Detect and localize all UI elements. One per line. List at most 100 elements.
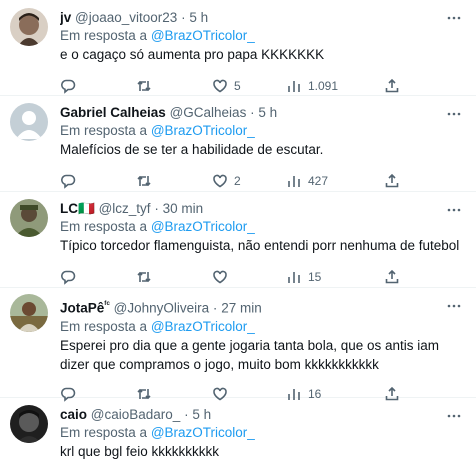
tweet-header: JotaPêᶠᶜ @JohnyOliveira · 27 min	[60, 295, 464, 318]
tweet[interactable]: Gabriel Calheias @GCalheias · 5 h Em res…	[0, 96, 476, 192]
avatar[interactable]	[10, 294, 48, 332]
reply-button[interactable]	[60, 76, 76, 96]
tweet-text: Típico torcedor flamenguista, não entend…	[60, 238, 460, 253]
handle[interactable]: @JohnyOliveira	[114, 301, 210, 316]
retweet-button[interactable]	[136, 267, 152, 287]
tweet-text: krl que bgl feio kkkkkkkkkk	[60, 444, 220, 459]
more-icon[interactable]	[446, 10, 462, 26]
views-button[interactable]: 427	[286, 171, 328, 191]
reply-icon	[61, 270, 76, 285]
share-icon	[385, 173, 399, 188]
reply-context: Em resposta a @BrazOTricolor_	[60, 122, 464, 140]
separator: ·	[181, 10, 186, 25]
separator: ·	[250, 105, 255, 120]
reply-mention-link[interactable]: @BrazOTricolor_	[151, 28, 255, 43]
reply-prefix: Em resposta a	[60, 123, 148, 138]
timestamp[interactable]: 5 h	[192, 407, 211, 422]
separator: ·	[212, 300, 218, 316]
like-button[interactable]	[212, 267, 234, 287]
views-icon	[288, 176, 300, 187]
retweet-button[interactable]	[136, 76, 152, 96]
heart-icon	[213, 174, 227, 188]
handle[interactable]: @GCalheias	[170, 105, 247, 120]
like-button[interactable]: 2	[212, 171, 241, 191]
handle[interactable]: @lcz_tyf	[99, 201, 151, 216]
retweet-icon	[137, 175, 151, 187]
timestamp[interactable]: 5 h	[189, 10, 208, 25]
handle[interactable]: @joaao_vitoor23	[75, 10, 177, 25]
tweet-header: LC🇮🇹 @lcz_tyf · 30 min	[60, 200, 464, 218]
display-name[interactable]: caio	[60, 407, 87, 422]
like-count: 5	[234, 79, 241, 93]
separator: ·	[154, 201, 159, 216]
handle[interactable]: @caioBadaro_	[91, 407, 181, 422]
retweet-button[interactable]	[136, 171, 152, 191]
share-button[interactable]	[384, 171, 400, 191]
reply-prefix: Em resposta a	[60, 425, 148, 440]
tweet-text: Esperei pro dia que a gente jogaria tant…	[60, 337, 440, 372]
name-superscript: ᶠᶜ	[104, 299, 110, 309]
share-button[interactable]	[384, 76, 400, 96]
reply-prefix: Em resposta a	[60, 318, 148, 334]
tweet-header: Gabriel Calheias @GCalheias · 5 h	[60, 104, 464, 122]
reply-context: Em resposta a @BrazOTricolor_	[60, 318, 464, 336]
heart-icon	[213, 79, 227, 93]
reply-icon	[61, 174, 76, 189]
heart-icon	[213, 270, 227, 284]
more-icon[interactable]	[446, 106, 462, 122]
share-icon	[385, 78, 399, 93]
reply-mention-link[interactable]: @BrazOTricolor_	[151, 219, 255, 234]
display-name[interactable]: JotaPê	[60, 301, 104, 316]
views-icon	[288, 272, 300, 283]
share-icon	[385, 269, 399, 284]
reply-context: Em resposta a @BrazOTricolor_	[60, 424, 464, 442]
reply-button[interactable]	[60, 171, 76, 191]
display-name[interactable]: LC	[60, 201, 78, 216]
reply-prefix: Em resposta a	[60, 219, 148, 234]
more-icon[interactable]	[446, 298, 462, 314]
retweet-icon	[137, 271, 151, 283]
share-button[interactable]	[384, 267, 400, 287]
timestamp[interactable]: 5 h	[258, 105, 277, 120]
tweet-text: Malefícios de se ter a habilidade de esc…	[60, 142, 324, 157]
reply-context: Em resposta a @BrazOTricolor_	[60, 27, 464, 45]
display-name[interactable]: jv	[60, 10, 71, 25]
view-count: 427	[308, 174, 329, 188]
more-icon[interactable]	[446, 202, 462, 218]
reply-mention-link[interactable]: @BrazOTricolor_	[151, 123, 255, 138]
avatar[interactable]	[10, 8, 48, 46]
action-bar: 5 1.091	[60, 76, 464, 96]
action-bar: 15	[60, 267, 464, 287]
timestamp[interactable]: 30 min	[163, 201, 204, 216]
reply-mention-link[interactable]: @BrazOTricolor_	[151, 319, 255, 334]
reply-prefix: Em resposta a	[60, 28, 148, 43]
display-name[interactable]: Gabriel Calheias	[60, 105, 166, 120]
views-button[interactable]: 1.091	[286, 76, 338, 96]
avatar[interactable]	[10, 103, 48, 141]
reply-feed: jv @joaao_vitoor23 · 5 h Em resposta a @…	[0, 0, 476, 474]
timestamp[interactable]: 27 min	[221, 301, 262, 316]
view-count: 1.091	[308, 79, 339, 93]
reply-button[interactable]	[60, 267, 76, 287]
avatar[interactable]	[10, 405, 48, 443]
like-button[interactable]: 5	[212, 76, 241, 96]
tweet[interactable]: jv @joaao_vitoor23 · 5 h Em resposta a @…	[0, 0, 476, 96]
flag-emoji: 🇮🇹	[78, 201, 95, 216]
views-icon	[288, 81, 300, 92]
tweet-text: e o cagaço só aumenta pro papa KKKKKKK	[60, 47, 325, 62]
reply-mention-link[interactable]: @BrazOTricolor_	[151, 425, 255, 440]
tweet[interactable]: JotaPêᶠᶜ @JohnyOliveira · 27 min Em resp…	[0, 288, 476, 402]
views-button[interactable]: 15	[286, 267, 321, 287]
separator: ·	[184, 407, 189, 422]
reply-context: Em resposta a @BrazOTricolor_	[60, 218, 464, 236]
tweet[interactable]: caio @caioBadaro_ · 5 h Em resposta a @B…	[0, 398, 476, 474]
tweet-header: caio @caioBadaro_ · 5 h	[60, 406, 464, 424]
more-icon[interactable]	[446, 408, 462, 424]
view-count: 15	[308, 270, 322, 284]
like-count: 2	[234, 174, 241, 188]
tweet[interactable]: LC🇮🇹 @lcz_tyf · 30 min Em resposta a @Br…	[0, 192, 476, 288]
reply-icon	[61, 79, 76, 94]
action-bar: 2 427	[60, 171, 464, 191]
avatar[interactable]	[10, 199, 48, 237]
retweet-icon	[137, 80, 151, 92]
